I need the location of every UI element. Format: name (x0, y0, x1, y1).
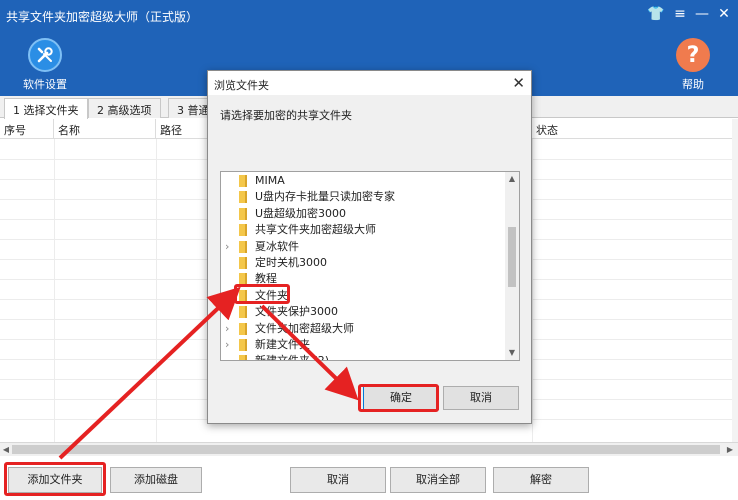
scrollbar-thumb[interactable] (508, 227, 516, 287)
expand-chevron-icon[interactable]: › (225, 322, 235, 336)
column-divider (54, 139, 55, 442)
folder-label: 教程 (255, 272, 277, 286)
folder-tree-item[interactable]: 新建文件夹 (2) (221, 353, 505, 361)
folder-label: 新建文件夹 (2) (255, 354, 330, 361)
folder-icon (239, 355, 247, 360)
scroll-down-icon[interactable]: ▼ (505, 346, 519, 360)
folder-icon (239, 257, 247, 269)
folder-tree-item[interactable]: › 文件夹 (221, 288, 505, 304)
settings-button[interactable]: 软件设置 (20, 38, 70, 92)
folder-label: MIMA (255, 174, 285, 187)
folder-icon (239, 191, 247, 204)
folder-icon (239, 306, 247, 319)
folder-tree-item[interactable]: U盘超级加密3000 (221, 206, 505, 222)
folder-label: 共享文件夹加密超级大师 (255, 223, 376, 237)
folder-label: 文件夹保护3000 (255, 305, 338, 319)
folder-tree-item[interactable]: › 新建文件夹 (221, 337, 505, 353)
folder-icon (239, 289, 247, 302)
folder-label: 定时关机3000 (255, 256, 327, 269)
table-horizontal-scrollbar[interactable]: ◀ ▶ (0, 442, 738, 456)
dialog-cancel-button[interactable]: 取消 (443, 386, 519, 410)
settings-label: 软件设置 (23, 78, 67, 91)
scroll-right-icon[interactable]: ▶ (724, 443, 736, 456)
dialog-prompt: 请选择要加密的共享文件夹 (220, 109, 352, 122)
scroll-up-icon[interactable]: ▲ (505, 172, 519, 186)
folder-icon (239, 240, 247, 253)
expand-chevron-icon[interactable]: › (225, 338, 235, 352)
folder-label: 文件夹加密超级大师 (255, 321, 354, 335)
folder-tree-item[interactable]: 定时关机3000 (221, 255, 505, 271)
expand-chevron-icon[interactable]: › (225, 240, 235, 254)
table-vertical-scrollbar[interactable] (732, 119, 738, 442)
tab-select-folder[interactable]: 1 选择文件夹 (4, 98, 88, 119)
column-header-name[interactable]: 名称 (54, 119, 156, 139)
scrollbar-thumb[interactable] (12, 445, 720, 454)
folder-icon (239, 207, 247, 220)
folder-label: 新建文件夹 (255, 338, 310, 351)
add-folder-button[interactable]: 添加文件夹 (8, 467, 102, 493)
folder-label: 文件夹 (255, 288, 288, 302)
ok-button[interactable]: 确定 (363, 386, 439, 410)
cancel-button[interactable]: 取消 (290, 467, 386, 493)
folder-tree[interactable]: MIMA U盘内存卡批量只读加密专家 U盘超级加密3000 共享文件夹加密超级大师 › 夏… (220, 171, 520, 361)
folder-tree-scrollbar[interactable]: ▲ ▼ (505, 172, 519, 360)
folder-icon (239, 224, 247, 237)
minimize-button[interactable]: — (692, 4, 712, 24)
skin-icon[interactable]: 👕 (646, 4, 666, 24)
folder-tree-item[interactable]: 共享文件夹加密超级大师 (221, 222, 505, 238)
question-mark-icon: ? (676, 38, 710, 72)
add-disk-button[interactable]: 添加磁盘 (110, 467, 202, 493)
folder-label: U盘内存卡批量只读加密专家 (255, 190, 396, 204)
folder-label: 夏冰软件 (255, 239, 299, 253)
window-title: 共享文件夹加密超级大师（正式版） (6, 10, 199, 24)
folder-icon (239, 273, 247, 286)
scroll-left-icon[interactable]: ◀ (0, 443, 12, 456)
folder-tree-item[interactable]: 文件夹保护3000 (221, 304, 505, 320)
help-button[interactable]: ? 帮助 (670, 38, 716, 92)
menu-icon[interactable]: ≡ (670, 4, 690, 24)
folder-icon (239, 175, 247, 187)
wrench-screwdriver-icon (28, 38, 62, 72)
folder-tree-item[interactable]: › 夏冰软件 (221, 239, 505, 255)
column-divider (156, 139, 157, 442)
folder-tree-item[interactable]: MIMA (221, 173, 505, 189)
help-label: 帮助 (682, 78, 704, 91)
decrypt-button[interactable]: 解密 (493, 467, 589, 493)
dialog-title: 浏览文件夹 (214, 79, 269, 92)
folder-tree-item[interactable]: U盘内存卡批量只读加密专家 (221, 189, 505, 205)
column-header-index[interactable]: 序号 (0, 119, 54, 139)
dialog-close-icon[interactable]: ✕ (512, 74, 525, 92)
column-divider (532, 139, 533, 442)
cancel-all-button[interactable]: 取消全部 (390, 467, 486, 493)
tab-advanced-options[interactable]: 2 高级选项 (88, 98, 161, 118)
close-button[interactable]: ✕ (714, 4, 734, 24)
folder-icon (239, 339, 247, 351)
tab-general[interactable]: 3 普通 (168, 98, 212, 118)
column-header-status[interactable]: 状态 (532, 119, 732, 139)
folder-tree-item[interactable]: › 文件夹加密超级大师 (221, 321, 505, 337)
folder-label: U盘超级加密3000 (255, 206, 347, 220)
folder-icon (239, 322, 247, 335)
dialog-titlebar: 浏览文件夹 ✕ (208, 71, 531, 95)
browse-folder-dialog: 浏览文件夹 ✕ 请选择要加密的共享文件夹 MIMA U盘内存卡批量只读加密专家 U盘… (207, 70, 532, 424)
expand-chevron-icon[interactable]: › (225, 289, 235, 303)
folder-tree-item[interactable]: 教程 (221, 271, 505, 287)
